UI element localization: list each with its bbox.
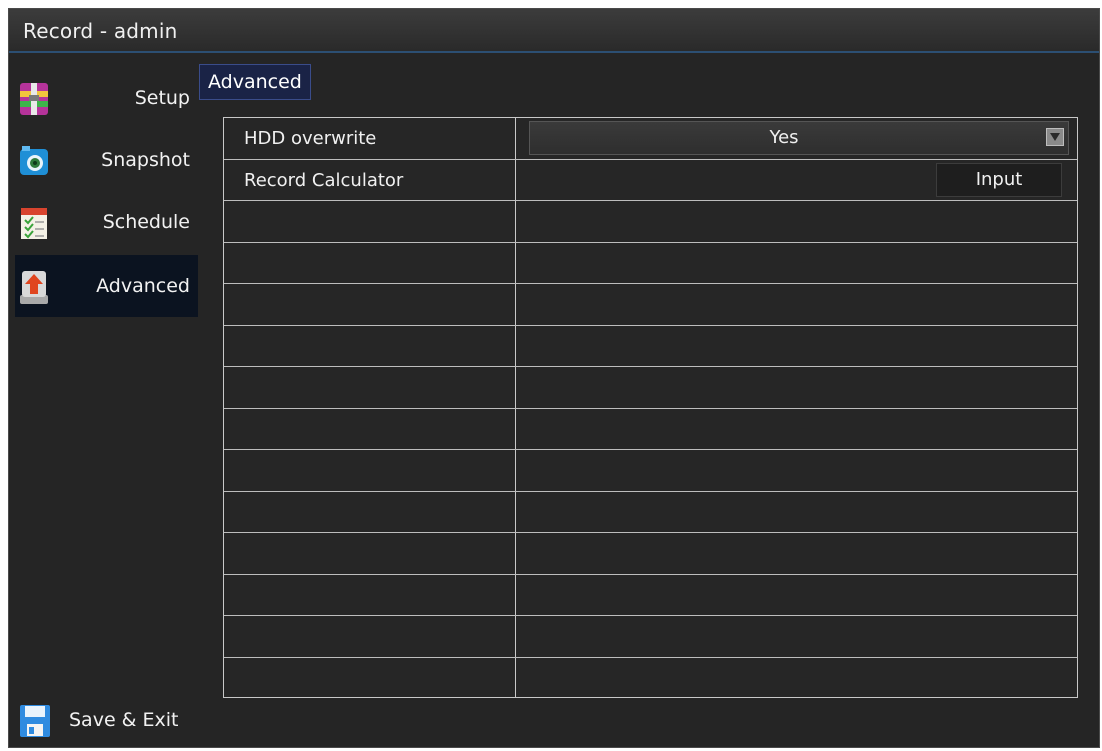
table-row [224, 409, 1077, 450]
sidebar-item-snapshot[interactable]: Snapshot [15, 129, 198, 191]
table-row [224, 616, 1077, 658]
chevron-down-icon[interactable] [1046, 128, 1064, 146]
table-row [224, 450, 1077, 492]
save-exit-label: Save & Exit [69, 709, 179, 731]
table-row [224, 533, 1077, 575]
record-calculator-input-button[interactable]: Input [936, 162, 1062, 197]
table-row [224, 201, 1077, 243]
sidebar-item-setup[interactable]: Setup [15, 67, 198, 129]
setup-archive-icon [20, 83, 48, 115]
advanced-upload-icon [20, 271, 48, 304]
sidebar-item-schedule[interactable]: Schedule [15, 191, 198, 253]
tab-advanced[interactable]: Advanced [199, 64, 311, 100]
sidebar-item-label: Setup [134, 87, 190, 109]
floppy-disk-icon [20, 705, 50, 737]
table-row [224, 658, 1077, 700]
sidebar-item-label: Schedule [102, 211, 190, 233]
hdd-overwrite-dropdown[interactable]: Yes [529, 121, 1069, 155]
table-row [224, 284, 1077, 326]
table-row [224, 243, 1077, 284]
title-bar: Record - admin [9, 9, 1099, 53]
table-row [224, 326, 1077, 367]
table-row [224, 367, 1077, 409]
sidebar-item-label: Advanced [96, 275, 190, 297]
sidebar-item-label: Snapshot [101, 149, 190, 171]
record-calculator-label: Record Calculator [244, 169, 404, 191]
schedule-checklist-icon [21, 208, 47, 239]
window-title: Record - admin [23, 19, 178, 43]
record-window: Record - admin Setup Snapshot Schedule A… [8, 8, 1100, 748]
hdd-overwrite-value: Yes [769, 127, 799, 148]
table-row-hdd-overwrite: HDD overwrite Yes [224, 118, 1077, 160]
table-row [224, 492, 1077, 533]
table-row-record-calculator: Record Calculator Input [224, 160, 1077, 201]
save-exit-button[interactable]: Save & Exit [15, 695, 205, 745]
hdd-overwrite-label: HDD overwrite [244, 128, 377, 149]
table-row [224, 575, 1077, 616]
settings-grid: HDD overwrite Yes Record Calculator Inpu… [223, 117, 1078, 698]
camera-icon [20, 146, 48, 175]
sidebar-item-advanced[interactable]: Advanced [15, 255, 198, 317]
